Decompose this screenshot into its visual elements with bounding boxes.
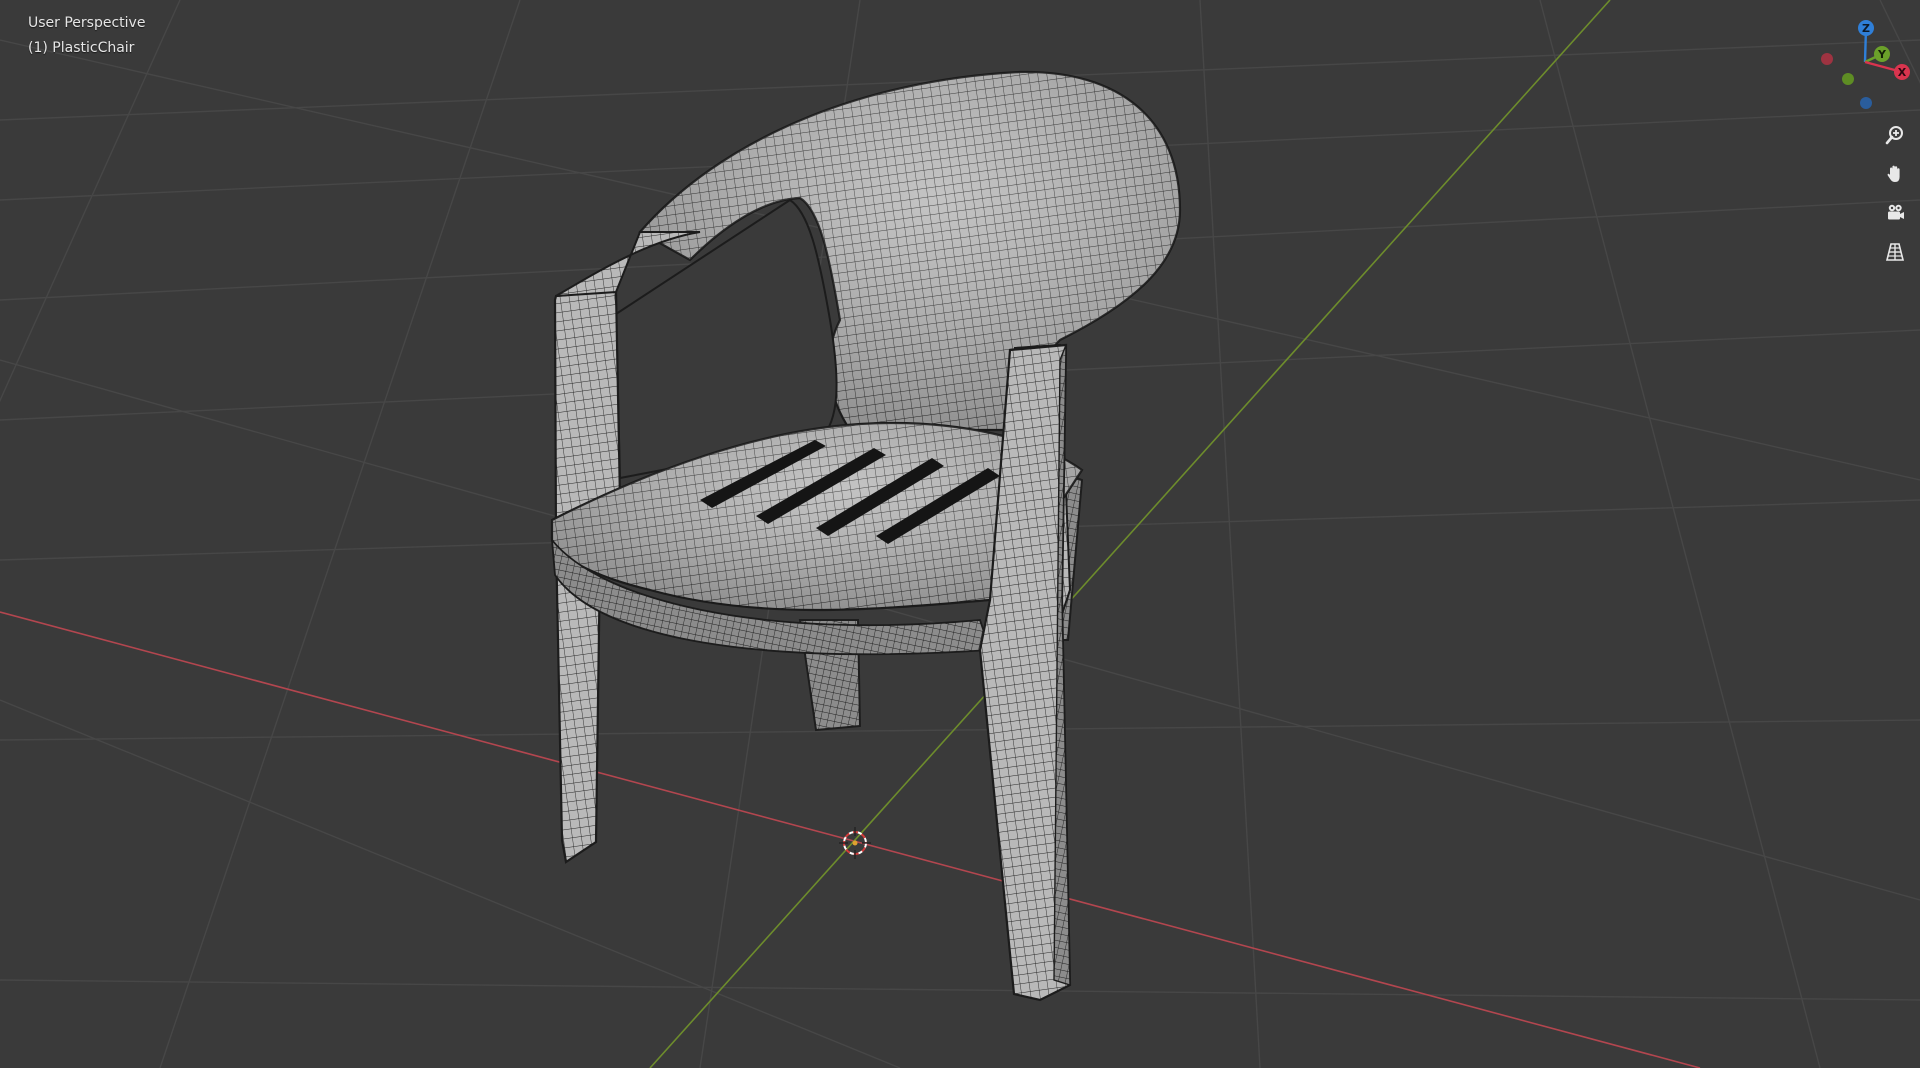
gizmo-neg-x-icon[interactable] [1821,53,1833,65]
gizmo-z-label: Z [1862,22,1870,35]
gizmo-y-label: Y [1877,48,1887,61]
active-object-label: (1) PlasticChair [28,40,135,56]
pan-button[interactable] [1880,159,1910,189]
3d-cursor[interactable] [839,827,871,859]
hand-icon [1887,165,1900,182]
gizmo-neg-z-icon[interactable] [1860,97,1872,109]
gizmo-x-label: X [1898,66,1907,79]
navigation-gizmo[interactable]: Z Y X [1810,14,1920,114]
gizmo-z-icon[interactable]: Z [1858,20,1874,36]
viewport-navigation-tools [1880,120,1916,276]
camera-icon [1888,204,1904,220]
gizmo-y-icon[interactable]: Y [1874,46,1890,62]
gizmo-neg-y-icon[interactable] [1842,73,1854,85]
gizmo-x-icon[interactable]: X [1894,64,1910,80]
viewport-scene [0,0,1920,1068]
3d-viewport[interactable]: User Perspective (1) PlasticChair Z Y X [0,0,1920,1068]
perspective-toggle-button[interactable] [1880,237,1910,267]
zoom-button[interactable] [1880,120,1910,150]
camera-view-button[interactable] [1880,198,1910,228]
plastic-chair-mesh[interactable] [550,70,1182,1002]
view-mode-label: User Perspective [28,15,146,31]
grid-icon [1885,243,1905,261]
zoom-icon [1885,126,1903,145]
